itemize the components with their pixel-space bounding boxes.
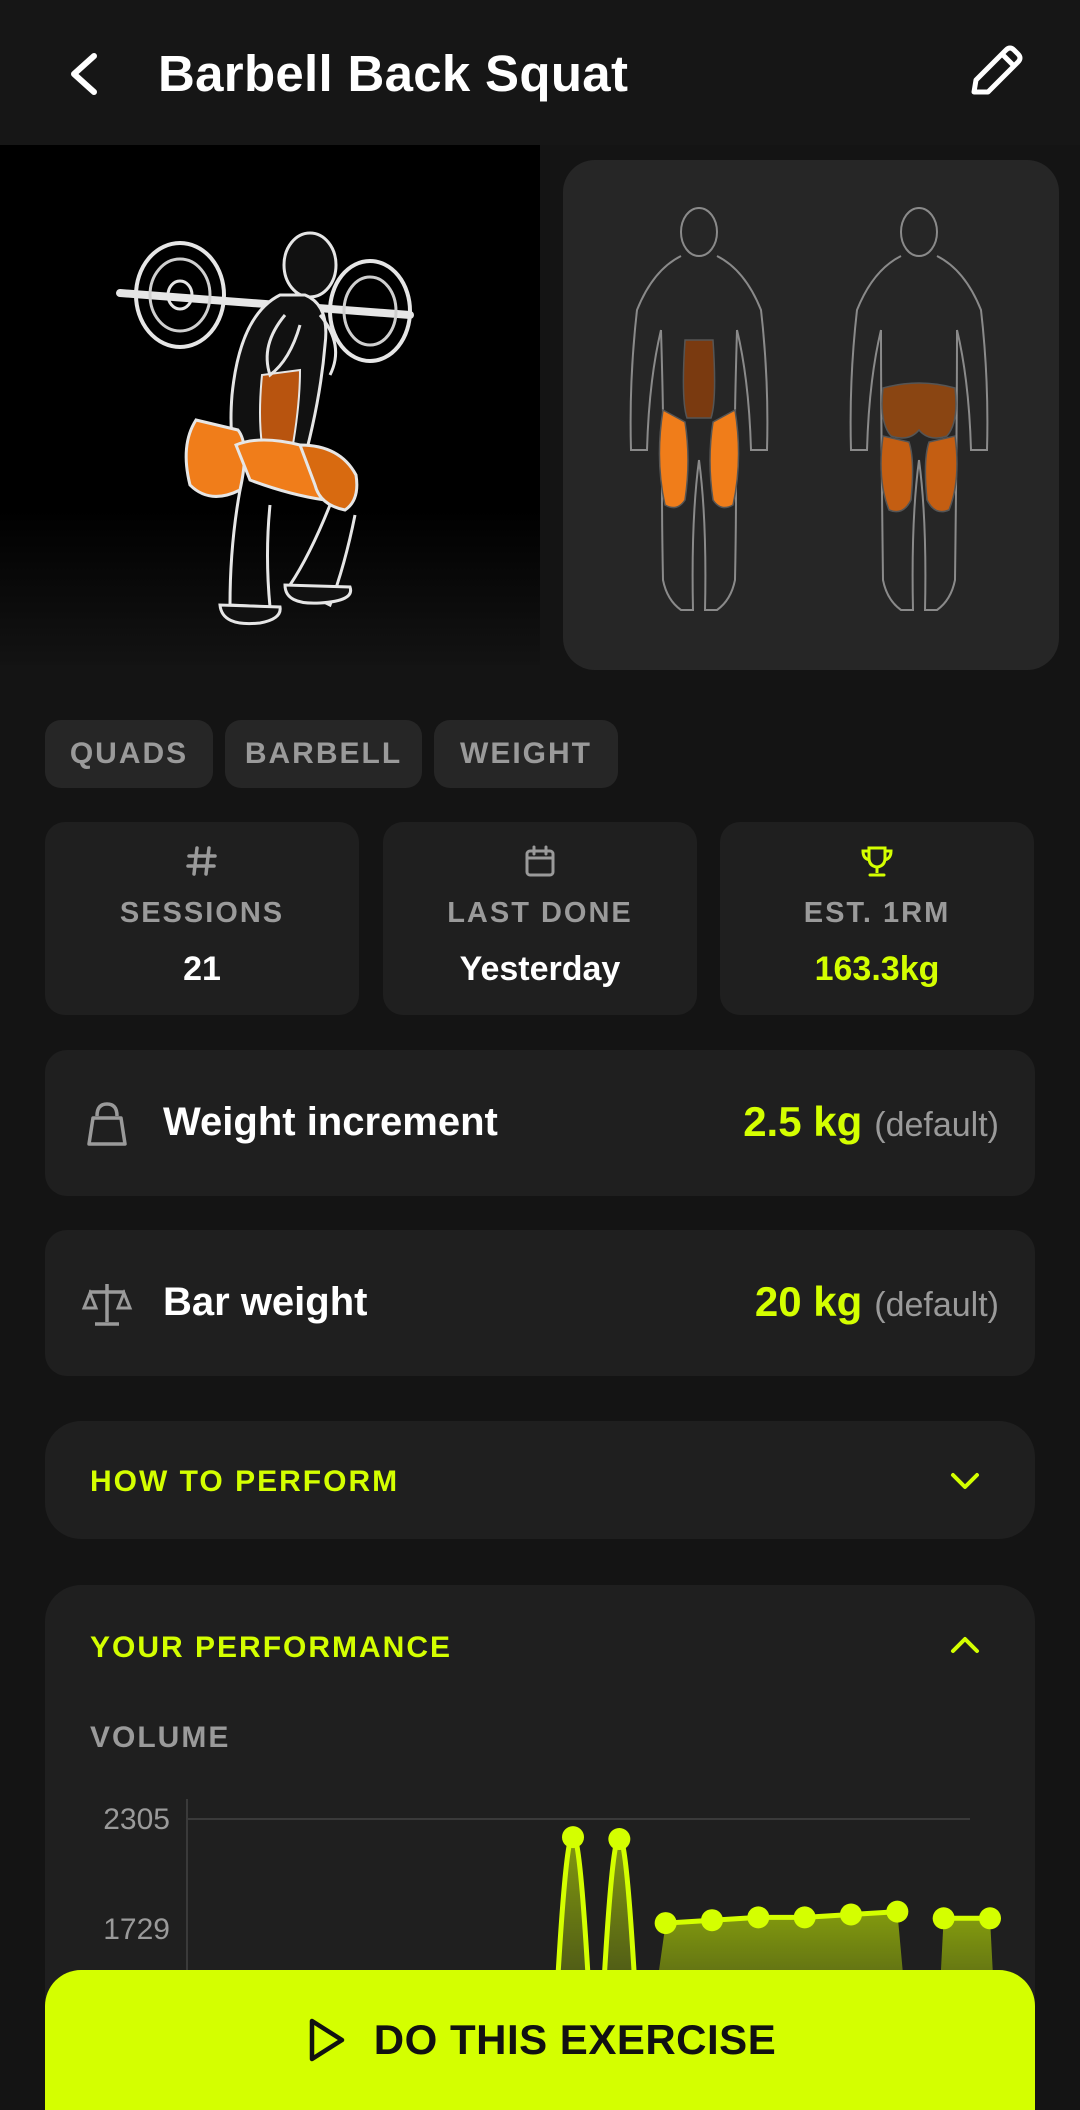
data-point <box>979 1907 1001 1930</box>
stat-card-sessions: SESSIONS 21 <box>45 822 359 1015</box>
back-button[interactable] <box>62 48 106 100</box>
how-to-perform-accordion[interactable]: HOW TO PERFORM <box>45 1421 1035 1539</box>
trophy-icon <box>861 846 893 877</box>
tag-quads[interactable]: QUADS <box>45 720 213 788</box>
tag-weight[interactable]: WEIGHT <box>434 720 618 788</box>
stat-value: 21 <box>183 950 221 988</box>
stat-card-last-done: LAST DONE Yesterday <box>383 822 697 1015</box>
data-point <box>562 1826 584 1849</box>
weight-increment-value: 2.5 kg (default) <box>743 1098 999 1145</box>
hash-icon <box>186 846 217 876</box>
how-to-perform-title: HOW TO PERFORM <box>90 1465 400 1498</box>
stat-label: LAST DONE <box>447 897 633 929</box>
stat-value: Yesterday <box>459 950 621 988</box>
y-tick-label: 1729 <box>103 1913 170 1946</box>
play-icon <box>309 2018 345 2062</box>
bar-weight-label: Bar weight <box>163 1280 368 1324</box>
scale-icon <box>81 1284 133 1326</box>
muscle-map-diagram <box>629 207 989 611</box>
tag-barbell[interactable]: BARBELL <box>225 720 422 788</box>
bar-weight-value: 20 kg (default) <box>754 1278 999 1325</box>
app-header: Barbell Back Squat <box>0 0 1080 145</box>
calendar-icon <box>525 845 555 877</box>
back-arrow-icon <box>71 53 97 95</box>
edit-button[interactable] <box>962 40 1028 106</box>
cta-label: DO THIS EXERCISE <box>373 2016 777 2063</box>
data-point <box>608 1828 631 1851</box>
stat-value: 163.3kg <box>814 950 940 988</box>
data-point <box>840 1903 862 1926</box>
data-point <box>886 1900 909 1923</box>
stat-card-est-1rm: EST. 1RM 163.3kg <box>720 822 1034 1015</box>
data-point <box>793 1906 816 1929</box>
data-point <box>654 1912 677 1935</box>
y-tick-label: 2305 <box>103 1803 170 1836</box>
data-point <box>747 1906 770 1929</box>
data-point <box>932 1907 955 1930</box>
muscle-map-card <box>563 160 1059 670</box>
exercise-illustration <box>0 145 540 665</box>
do-this-exercise-button[interactable]: DO THIS EXERCISE <box>45 1970 1035 2110</box>
data-point <box>701 1909 723 1932</box>
kettlebell-icon <box>87 1102 127 1146</box>
stat-label: EST. 1RM <box>803 897 951 929</box>
weight-increment-row[interactable]: Weight increment 2.5 kg (default) <box>45 1050 1035 1196</box>
chevron-down-icon <box>951 1473 979 1489</box>
weight-increment-label: Weight increment <box>163 1100 498 1144</box>
bar-weight-row[interactable]: Bar weight 20 kg (default) <box>45 1230 1035 1376</box>
pencil-icon <box>971 45 1023 95</box>
page-title: Barbell Back Squat <box>158 45 629 102</box>
stat-label: SESSIONS <box>119 897 285 929</box>
